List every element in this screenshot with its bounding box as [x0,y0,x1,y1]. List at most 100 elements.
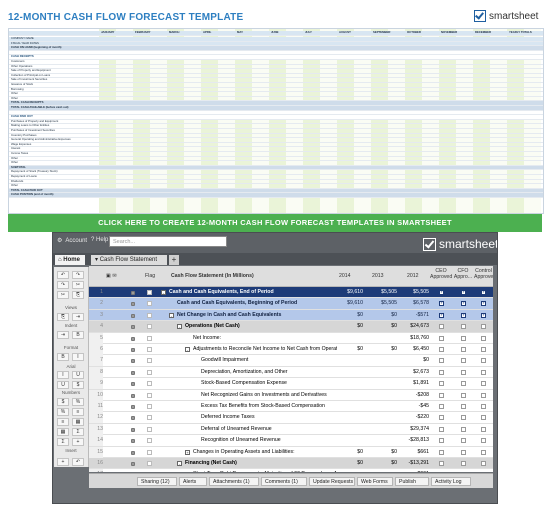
primary-cell[interactable]: Depreciation, Amortization, and Other [201,367,337,378]
toolbar-button[interactable]: ⎘ [57,313,69,321]
ceo-approved-checkbox[interactable] [439,324,444,330]
value-cell-v13[interactable] [369,412,397,423]
value-cell-v12[interactable]: $24,673 [401,321,429,332]
flag-checkbox[interactable] [147,324,152,330]
value-cell-v14[interactable] [335,390,363,401]
value-cell-v14[interactable]: $9,610 [335,298,363,309]
flag-checkbox[interactable] [147,301,152,307]
flag-checkbox[interactable] [147,438,152,444]
cfo-approved-checkbox[interactable] [461,335,466,341]
row-number[interactable]: 4 [89,321,103,332]
flag-checkbox[interactable] [147,290,152,295]
ctrl-approved-checkbox[interactable] [481,404,486,409]
toolbar-button[interactable]: U [72,371,84,379]
toolbar-button[interactable]: B [72,331,84,339]
value-cell-v14[interactable] [335,333,363,344]
toolbar-button[interactable]: $ [57,398,69,406]
ceo-approved-checkbox[interactable] [439,438,444,444]
table-row[interactable]: 7 Goodwill Impairment $0 [89,355,493,367]
primary-cell[interactable]: Stock-Based Compensation Expense [201,378,337,389]
toolbar-button[interactable]: ↶ [57,271,69,279]
toolbar-button[interactable]: $ [72,381,84,389]
flag-checkbox[interactable] [147,404,152,409]
value-cell-v12[interactable]: $6,450 [401,344,429,355]
flag-checkbox[interactable] [147,381,152,387]
primary-cell[interactable]: Deferred Income Taxes [201,412,337,423]
value-cell-v12[interactable]: -$991 [401,469,429,472]
ceo-approved-checkbox[interactable] [439,381,444,387]
value-cell-v13[interactable]: $0 [369,344,397,355]
table-row[interactable]: 12 Deferred Income Taxes -$220 [89,412,493,424]
toolbar-button[interactable]: ↷ [57,281,69,289]
value-cell-v13[interactable] [369,435,397,446]
row-number[interactable]: 7 [89,355,103,367]
column-header-ceo-approved[interactable]: CEO Approved [430,268,452,280]
cfo-approved-checkbox[interactable] [461,369,466,375]
table-row[interactable]: 11 Excess Tax Benefits from Stock-Based C… [89,401,493,413]
value-cell-v12[interactable]: -$28,813 [401,435,429,446]
ctrl-approved-checkbox[interactable] [481,347,486,352]
row-number[interactable]: 11 [89,401,103,412]
primary-cell[interactable]: Recognition of Unearned Revenue [201,435,337,446]
row-number[interactable]: 2 [89,298,103,309]
value-cell-v13[interactable]: $0 [369,321,397,332]
table-row[interactable]: 1 - Cash and Cash Equivalents, End of Peri… [89,287,493,299]
cfo-approved-checkbox[interactable] [461,426,466,432]
row-number[interactable]: 13 [89,423,103,435]
ctrl-approved-checkbox[interactable]: ✓ [481,289,486,295]
table-row[interactable]: 15 + Changes in Operating Assets and Liabi… [89,446,493,458]
add-tab-button[interactable]: + [169,255,179,265]
value-cell-v12[interactable]: -$45 [401,401,429,412]
ctrl-approved-checkbox[interactable] [481,438,486,444]
primary-cell[interactable]: Changes in Operating Assets and Liabilit… [193,447,337,458]
table-row[interactable]: 2 Cash and Cash Equivalents, Beginning of… [89,298,493,310]
collapse-icon[interactable]: - [185,347,190,352]
value-cell-v12[interactable]: $5,505 [401,287,429,298]
column-header-primary[interactable]: Cash Flow Statement (In Millions) [171,273,254,279]
activity-button[interactable]: Activity Log [431,477,471,486]
cfo-approved-checkbox[interactable] [461,381,466,387]
ctrl-approved-checkbox[interactable] [481,461,486,466]
flag-checkbox[interactable] [147,426,152,432]
row-number[interactable]: 15 [89,446,103,458]
toolbar-button[interactable]: Σ [72,428,84,436]
toolbar-button[interactable]: ▦ [72,418,84,426]
value-cell-v14[interactable] [335,435,363,446]
ceo-approved-checkbox[interactable] [439,369,444,375]
flag-checkbox[interactable] [147,449,152,455]
toolbar-button[interactable]: ⇥ [72,313,84,321]
row-number[interactable]: 14 [89,435,103,447]
ctrl-approved-checkbox[interactable] [481,335,486,341]
value-cell-v13[interactable] [369,390,397,401]
value-cell-v14[interactable]: $0 [335,447,363,458]
cfo-approved-checkbox[interactable]: ✓ [461,312,466,318]
toolbar-button[interactable]: ⎘ [72,291,84,299]
flag-checkbox[interactable] [147,461,152,466]
table-row[interactable]: 8 Depreciation, Amortization, and Other $2… [89,366,493,379]
ceo-approved-checkbox[interactable] [439,415,444,421]
primary-cell[interactable]: Net Income: [193,333,337,344]
flag-checkbox[interactable] [147,415,152,421]
primary-cell[interactable]: Financing (Net Cash) [185,458,337,469]
value-cell-v14[interactable]: $0 [335,310,363,321]
ctrl-approved-checkbox[interactable] [481,369,486,375]
table-row[interactable]: 3 - Net Change in Cash and Cash Equivalent… [89,309,493,322]
ceo-approved-checkbox[interactable] [439,347,444,352]
primary-cell[interactable]: Cash and Cash Equivalents, Beginning of … [177,298,337,309]
column-header-control-approved[interactable]: Control Approved [474,268,493,280]
column-header-2014[interactable]: 2014 [339,273,351,279]
ceo-approved-checkbox[interactable]: ✓ [439,312,444,318]
ceo-approved-checkbox[interactable] [439,426,444,432]
value-cell-v14[interactable] [335,424,363,435]
create-template-banner-link[interactable]: CLICK HERE TO CREATE 12-MONTH CASH FLOW … [8,214,542,232]
flag-checkbox[interactable] [147,392,152,398]
primary-cell[interactable]: Net Change in Cash and Cash Equivalents [177,310,337,321]
value-cell-v13[interactable] [369,401,397,412]
sharing-button[interactable]: Sharing (12) [137,477,177,486]
cfo-approved-checkbox[interactable] [461,404,466,409]
cfo-approved-checkbox[interactable] [461,415,466,421]
ceo-approved-checkbox[interactable] [439,461,444,466]
value-cell-v14[interactable] [335,355,363,366]
column-header-cfo-approved[interactable]: CFO Appro... [453,268,473,280]
ctrl-approved-checkbox[interactable] [481,415,486,421]
